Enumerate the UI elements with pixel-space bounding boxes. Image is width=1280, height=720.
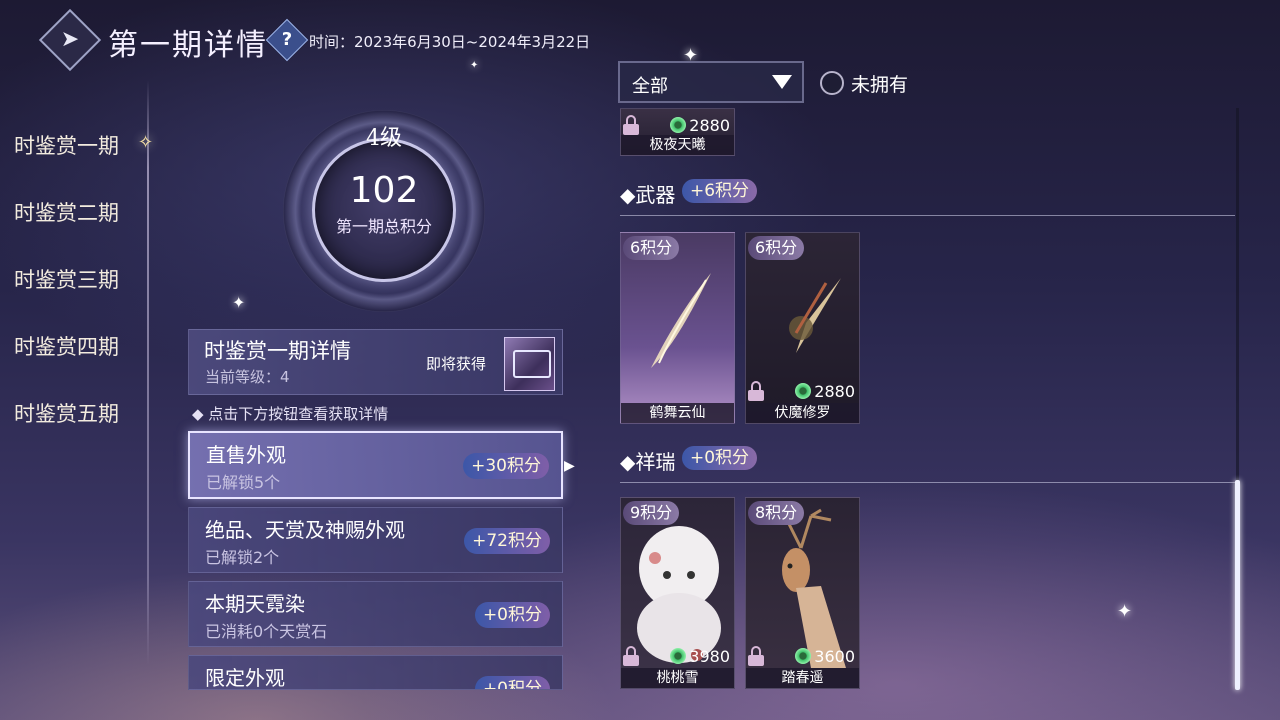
active-arrow-icon: ▶	[564, 458, 575, 474]
item-points-badge: 9积分	[623, 501, 680, 525]
jade-currency-icon	[670, 117, 687, 133]
unowned-label[interactable]: 未拥有	[851, 70, 908, 97]
item-price: 2880	[670, 116, 730, 135]
lock-icon	[623, 646, 641, 666]
item-card[interactable]: 8积分 3600 踏春遥	[745, 497, 860, 689]
sparkle-icon: ✦	[1117, 601, 1133, 622]
section-points-badge: +6积分	[682, 179, 758, 203]
level-text: 4级	[366, 126, 402, 151]
item-card[interactable]: 6积分 鹤舞云仙	[620, 232, 735, 424]
category-sub: 已消耗0个天赏石	[205, 622, 328, 641]
nav-item-period-3[interactable]: 时鉴赏三期	[14, 264, 119, 294]
active-indicator-icon: ✧	[138, 132, 154, 153]
pet-deer-image	[782, 508, 846, 668]
page-title: 第一期详情	[108, 28, 268, 63]
category-points-badge: +30积分	[463, 453, 549, 479]
weapon-feather-image	[651, 273, 711, 368]
back-arrow-icon: ➤	[60, 27, 80, 52]
section-title-auspicious: ◆祥瑞	[620, 450, 676, 474]
detail-title: 时鉴赏一期详情	[204, 339, 351, 363]
nav-item-period-5[interactable]: 时鉴赏五期	[14, 398, 119, 428]
category-sub: 已解锁5个	[206, 473, 281, 492]
filter-value: 全部	[632, 76, 668, 97]
category-button-limited[interactable]: 限定外观 +0积分	[188, 655, 563, 690]
item-points-badge: 8积分	[748, 501, 805, 525]
unowned-radio[interactable]	[820, 71, 844, 95]
category-button-dye[interactable]: 本期天霓染 已消耗0个天赏石 +0积分	[188, 581, 563, 647]
section-divider	[620, 215, 1235, 216]
filter-dropdown[interactable]: 全部	[618, 61, 804, 103]
item-name: 桃桃雪	[621, 668, 734, 688]
item-points-badge: 6积分	[623, 236, 680, 260]
weapon-blade-image	[789, 278, 841, 353]
time-range: 时间：2023年6月30日~2024年3月22日	[309, 33, 591, 51]
category-points-badge: +72积分	[464, 528, 550, 554]
nav-item-period-1[interactable]: 时鉴赏一期	[14, 130, 119, 160]
upcoming-reward-label: 即将获得	[426, 355, 487, 373]
jade-currency-icon	[795, 648, 812, 664]
scrollbar-thumb[interactable]	[1235, 480, 1240, 690]
item-name: 极夜天曦	[621, 135, 734, 155]
category-button-premium[interactable]: 绝品、天赏及神赐外观 已解锁2个 +72积分	[188, 507, 563, 573]
hint-text: ◆ 点击下方按钮查看获取详情	[192, 405, 389, 423]
lock-icon	[623, 115, 641, 135]
pet-rabbit-image	[637, 526, 721, 663]
jade-currency-icon	[670, 648, 687, 664]
category-points-badge: +0积分	[474, 602, 550, 628]
item-card[interactable]: 9积分 3980 桃桃雪	[620, 497, 735, 689]
question-mark-icon: ?	[281, 29, 293, 50]
chevron-down-icon	[772, 75, 792, 89]
current-level: 当前等级：4	[205, 368, 290, 386]
nav-item-period-4[interactable]: 时鉴赏四期	[14, 331, 119, 361]
nav-item-period-2[interactable]: 时鉴赏二期	[14, 197, 119, 227]
lock-icon	[748, 381, 766, 401]
total-score-label: 第一期总积分	[335, 217, 432, 236]
item-name: 伏魔修罗	[746, 403, 859, 423]
help-button[interactable]: ?	[265, 18, 309, 62]
category-button-direct-sale[interactable]: 直售外观 已解锁5个 +30积分	[188, 431, 563, 499]
category-points-badge: +0积分	[474, 676, 550, 689]
category-sub: 已解锁2个	[205, 548, 280, 567]
lock-icon	[748, 646, 766, 666]
upcoming-reward-thumbnail[interactable]	[504, 337, 555, 391]
sparkle-icon: ✦	[470, 60, 479, 71]
item-price: 3980	[670, 647, 730, 666]
item-card[interactable]: 2880 极夜天曦	[620, 108, 735, 156]
category-title: 限定外观	[205, 666, 285, 690]
section-divider	[620, 482, 1235, 483]
category-title: 直售外观	[206, 443, 286, 467]
item-card[interactable]: 6积分 2880 伏魔修罗	[745, 232, 860, 424]
total-score: 102	[349, 170, 419, 211]
item-points-badge: 6积分	[748, 236, 805, 260]
section-title-weapons: ◆武器	[620, 183, 676, 207]
item-name: 踏春遥	[746, 668, 859, 688]
category-title: 绝品、天赏及神赐外观	[205, 518, 405, 542]
category-title: 本期天霓染	[205, 592, 305, 616]
nav-divider	[147, 80, 149, 665]
back-button[interactable]: ➤	[38, 8, 102, 72]
item-name: 鹤舞云仙	[621, 403, 734, 423]
item-price: 2880	[795, 382, 855, 401]
jade-currency-icon	[795, 383, 812, 399]
item-price: 3600	[795, 647, 855, 666]
section-points-badge: +0积分	[682, 446, 758, 470]
sparkle-icon: ✦	[232, 293, 246, 312]
